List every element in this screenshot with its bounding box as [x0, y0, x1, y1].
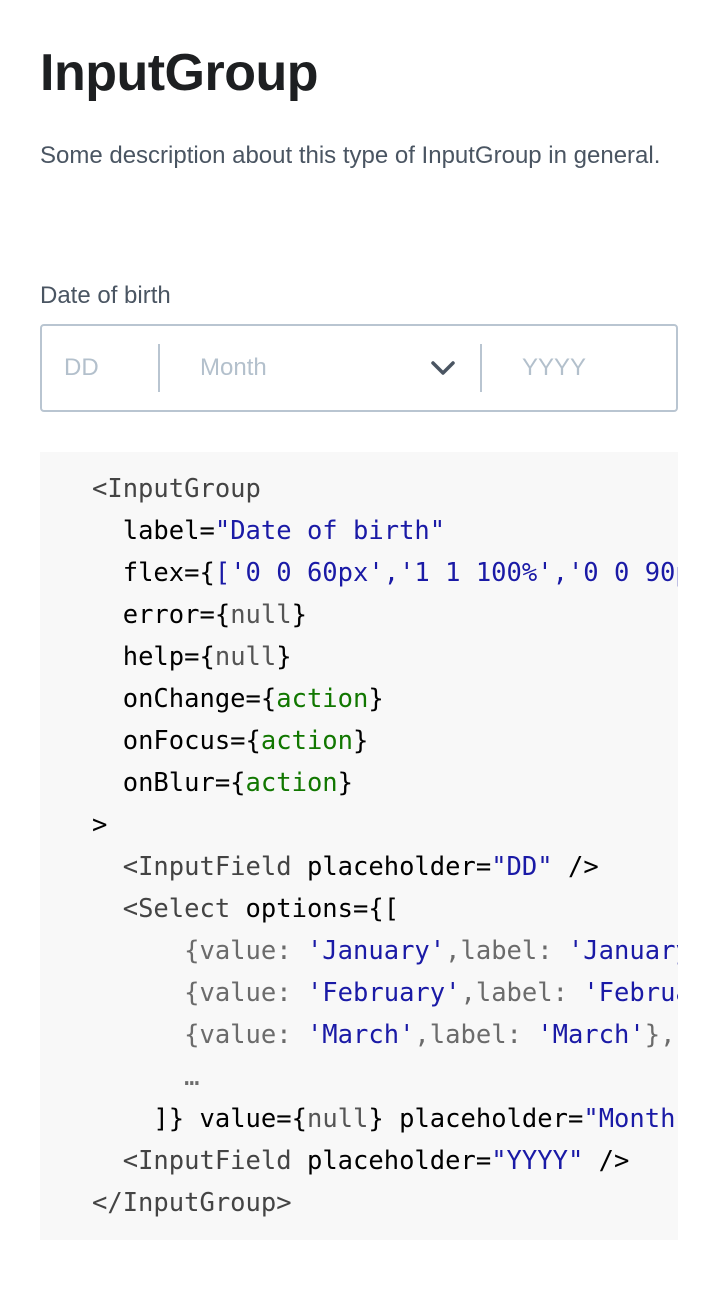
code-token: />	[583, 1146, 630, 1176]
code-token: onChange={	[122, 684, 277, 714]
code-token: "Date of birth"	[214, 516, 446, 546]
code-token: label:	[475, 978, 584, 1008]
month-select[interactable]: Month	[200, 326, 267, 410]
code-token: 'March'	[537, 1020, 645, 1050]
page-description: Some description about this type of Inpu…	[40, 142, 661, 169]
code-token: ,	[445, 936, 461, 966]
code-token: </InputGroup>	[92, 1188, 292, 1218]
code-token: >	[92, 810, 108, 840]
code-token: action	[245, 768, 338, 798]
code-token: }	[368, 1104, 384, 1134]
code-token: }	[368, 684, 384, 714]
divider	[158, 344, 160, 392]
code-token: null	[306, 1104, 369, 1134]
code-token: "DD"	[491, 852, 553, 882]
chevron-down-icon[interactable]	[428, 358, 458, 378]
code-token: ,	[460, 978, 476, 1008]
code-token: error={	[122, 600, 231, 630]
code-token: <Select	[122, 894, 231, 924]
code-token: label:	[429, 1020, 538, 1050]
code-token: {value:	[184, 1020, 307, 1050]
code-token: help={	[122, 642, 215, 672]
code-token: null	[214, 642, 277, 672]
code-token: action	[260, 726, 354, 756]
date-of-birth-label: Date of birth	[40, 282, 171, 309]
code-token: placeholder=	[383, 1104, 584, 1134]
code-token: }	[337, 768, 354, 798]
year-input[interactable]: YYYY	[522, 326, 586, 410]
code-token: 'February'	[583, 978, 678, 1008]
code-token: action	[276, 684, 369, 714]
code-token: value={	[184, 1104, 307, 1134]
code-token: },	[644, 1020, 676, 1050]
code-token: />	[552, 852, 599, 882]
code-token: "Month"	[583, 1104, 678, 1134]
code-token: …	[184, 1062, 200, 1092]
code-token: <InputGroup	[92, 474, 261, 504]
page-title: InputGroup	[40, 44, 319, 102]
code-snippet: <InputGroup label="Date of birth" flex={…	[92, 468, 678, 1224]
code-token: <InputField	[122, 1146, 292, 1176]
day-input[interactable]: DD	[64, 326, 99, 410]
code-token: }	[291, 600, 307, 630]
code-token: options={[	[230, 894, 400, 924]
code-token: }	[353, 726, 369, 756]
code-token: placeholder=	[291, 852, 492, 882]
code-example: <InputGroup label="Date of birth" flex={…	[40, 452, 678, 1240]
code-token: "YYYY"	[491, 1146, 584, 1176]
code-token: label:	[460, 936, 568, 966]
code-token: flex={	[122, 558, 215, 588]
code-token: {value:	[184, 978, 307, 1008]
code-token: ]}	[153, 1104, 185, 1134]
code-token: ['0 0 60px','1 1 100%','0 0 90px']	[214, 558, 678, 588]
code-token: placeholder=	[291, 1146, 492, 1176]
code-token: onBlur={	[122, 768, 246, 798]
code-token: ,	[414, 1020, 430, 1050]
date-of-birth-input-group: DD Month YYYY	[40, 324, 678, 412]
divider	[480, 344, 482, 392]
code-token: 'March'	[306, 1020, 415, 1050]
code-token: 'January'	[567, 936, 678, 966]
code-token: onFocus={	[122, 726, 261, 756]
code-token: 'February'	[306, 978, 461, 1008]
code-token: }	[276, 642, 292, 672]
code-token: label=	[122, 516, 215, 546]
code-token: {value:	[184, 936, 307, 966]
code-token: null	[230, 600, 292, 630]
code-token: <InputField	[122, 852, 292, 882]
code-token: 'January'	[306, 936, 446, 966]
